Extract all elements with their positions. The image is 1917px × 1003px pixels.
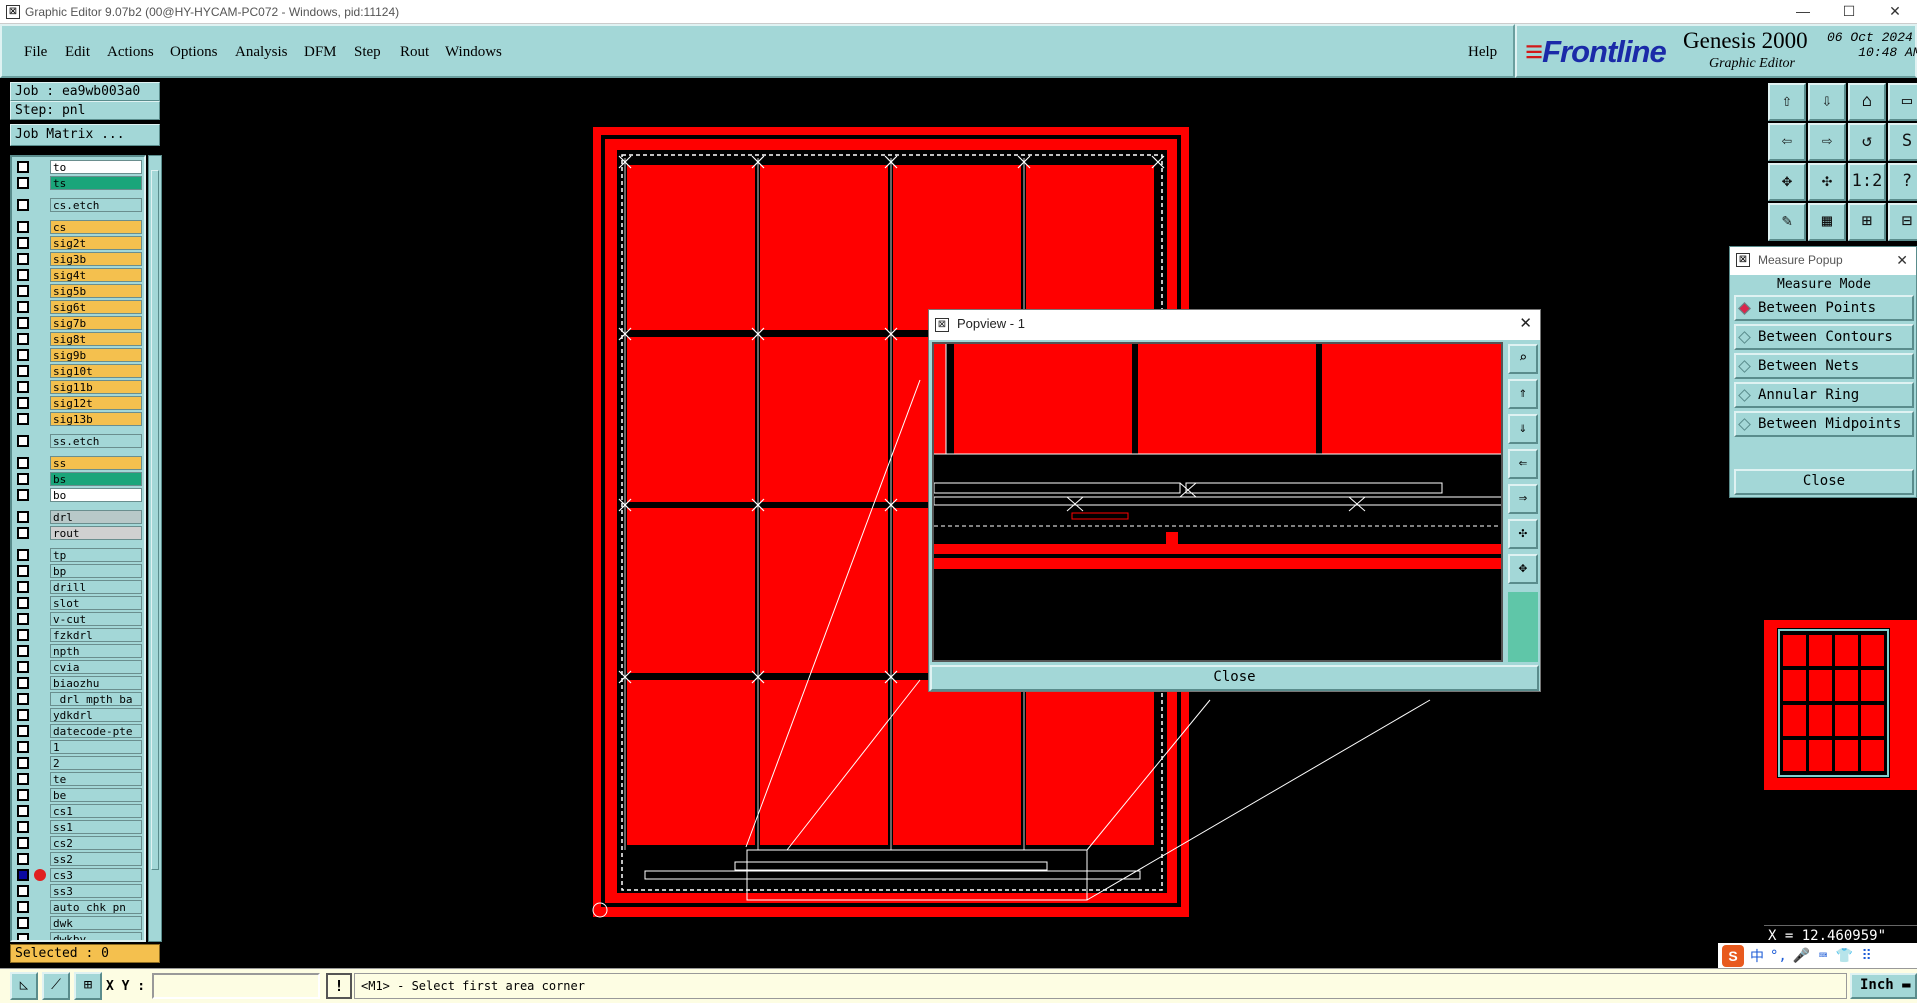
overview-unit bbox=[1783, 635, 1806, 666]
pcb-unit bbox=[627, 508, 755, 673]
units-selector[interactable]: Inch ▬ bbox=[1850, 973, 1917, 999]
overview-unit bbox=[1861, 740, 1884, 771]
tool-grid: ⇧ ⇩ ⌂ ▭ ⇦ ⇨ ↺ S ✥ ✣ 1:2? ✎ ▦ ⊞ ⊟ bbox=[1764, 83, 1917, 245]
pcb-unit bbox=[627, 165, 755, 330]
alert-button[interactable]: ! bbox=[326, 973, 352, 999]
pcb-unit bbox=[1026, 680, 1154, 845]
measure-option-label: Between Nets bbox=[1758, 358, 1860, 374]
xy-input[interactable] bbox=[152, 973, 320, 999]
zoom-fit-icon[interactable]: ✥ bbox=[1768, 163, 1806, 201]
overview-unit bbox=[1861, 635, 1884, 666]
status-bar: ◺ ⟋ ⊞ X Y : ! <M1> - Select first area c… bbox=[0, 968, 1917, 1003]
measure-option[interactable]: Between Contours bbox=[1734, 324, 1914, 350]
grid-snap-icon[interactable]: ⊞ bbox=[74, 972, 102, 1000]
measure-option-label: Between Points bbox=[1758, 300, 1877, 316]
pcb-unit bbox=[760, 680, 888, 845]
measure-option-label: Between Contours bbox=[1758, 329, 1893, 345]
window-icon[interactable]: ▭ bbox=[1888, 83, 1917, 121]
layer-up-icon[interactable]: ⇧ bbox=[1768, 83, 1806, 121]
overview-unit bbox=[1783, 740, 1806, 771]
prompt-message: <M1> - Select first area corner bbox=[354, 973, 1847, 999]
measure-mode-label: Measure Mode bbox=[1777, 277, 1871, 292]
netlist-icon[interactable]: ⊞ bbox=[1848, 203, 1886, 241]
measure-option[interactable]: Between Points bbox=[1734, 295, 1914, 321]
popview-toolbar-filler bbox=[1508, 592, 1538, 662]
overview-unit bbox=[1835, 635, 1858, 666]
radio-diamond-icon bbox=[1738, 418, 1751, 431]
overview-unit bbox=[1783, 705, 1806, 736]
popview-window: ⊠ Popview - 1 ✕ ⌕ ⇑ ⇓ ⇐ ⇒ ✣ ✥ Close bbox=[928, 309, 1541, 692]
pcb-unit bbox=[760, 165, 888, 330]
pcb-unit bbox=[1026, 165, 1154, 330]
overview-unit bbox=[1783, 670, 1806, 701]
scale-1-2-icon[interactable]: 1:2 bbox=[1848, 163, 1886, 201]
popview-titlebar: ⊠ Popview - 1 ✕ bbox=[929, 310, 1540, 340]
measure-option[interactable]: Annular Ring bbox=[1734, 382, 1914, 408]
radio-diamond-icon bbox=[1738, 389, 1751, 402]
popview-title: Popview - 1 bbox=[957, 316, 1025, 331]
coordinate-readout: X = 12.460959" bbox=[1764, 925, 1917, 945]
window-icon: ⊠ bbox=[1736, 253, 1750, 267]
help-icon[interactable]: ? bbox=[1888, 163, 1917, 201]
overview-unit bbox=[1835, 705, 1858, 736]
snap-icon[interactable]: S bbox=[1888, 123, 1917, 161]
pcb-unit bbox=[627, 680, 755, 845]
grid-icon[interactable]: ▦ bbox=[1808, 203, 1846, 241]
pcb-unit bbox=[893, 680, 1021, 845]
layer-down-icon[interactable]: ⇩ bbox=[1808, 83, 1846, 121]
measure-popup-titlebar: ⊠ Measure Popup ✕ bbox=[1730, 247, 1916, 275]
overview-unit bbox=[1835, 670, 1858, 701]
select-icon[interactable]: ◺ bbox=[10, 972, 38, 1000]
chevron-down-icon: ▬ bbox=[1902, 977, 1911, 993]
overview-unit bbox=[1861, 670, 1884, 701]
radio-diamond-icon bbox=[1738, 302, 1751, 315]
zoom-fit-icon[interactable]: ✣ bbox=[1508, 519, 1538, 549]
ime-punctuation[interactable]: °, bbox=[1770, 948, 1787, 964]
close-icon[interactable]: ✕ bbox=[1519, 310, 1532, 338]
popview-close-button[interactable]: Close bbox=[930, 665, 1539, 691]
radio-diamond-icon bbox=[1738, 331, 1751, 344]
measure-icon[interactable]: ⟋ bbox=[42, 972, 70, 1000]
measure-option-label: Between Midpoints bbox=[1758, 416, 1902, 432]
pcb-unit bbox=[627, 337, 755, 502]
overview-unit bbox=[1809, 670, 1832, 701]
zoom-window-icon[interactable]: ⌕ bbox=[1508, 344, 1538, 374]
measure-option-label: Annular Ring bbox=[1758, 387, 1860, 403]
wrench-icon[interactable]: ✎ bbox=[1768, 203, 1806, 241]
pcb-unit bbox=[893, 165, 1021, 330]
radio-diamond-icon bbox=[1738, 360, 1751, 373]
overview-unit bbox=[1835, 740, 1858, 771]
measure-option[interactable]: Between Midpoints bbox=[1734, 411, 1914, 437]
pcb-unit bbox=[760, 337, 888, 502]
move-right-icon[interactable]: ⇨ bbox=[1808, 123, 1846, 161]
move-left-icon[interactable]: ⇦ bbox=[1768, 123, 1806, 161]
pcb-unit bbox=[760, 508, 888, 673]
ime-tools-icon[interactable]: 🎤 ⌨ 👕 ⠿ bbox=[1793, 948, 1872, 964]
overview-unit bbox=[1809, 635, 1832, 666]
measure-popup-title: Measure Popup bbox=[1758, 253, 1843, 267]
xy-label: X Y : bbox=[106, 979, 146, 994]
ime-language[interactable]: 中 bbox=[1750, 946, 1764, 966]
measure-popup: ⊠ Measure Popup ✕ Measure Mode Between P… bbox=[1729, 246, 1917, 498]
overview-unit bbox=[1809, 740, 1832, 771]
route-icon[interactable]: ⊟ bbox=[1888, 203, 1917, 241]
pan-left-icon[interactable]: ⇐ bbox=[1508, 449, 1538, 479]
zoom-home-icon[interactable]: ✥ bbox=[1508, 554, 1538, 584]
measure-option[interactable]: Between Nets bbox=[1734, 353, 1914, 379]
close-icon[interactable]: ✕ bbox=[1896, 247, 1908, 273]
overview-unit bbox=[1809, 705, 1832, 736]
measure-close-button[interactable]: Close bbox=[1734, 469, 1914, 495]
pan-right-icon[interactable]: ⇒ bbox=[1508, 484, 1538, 514]
overview-thumbnail[interactable] bbox=[1764, 620, 1917, 790]
home-icon[interactable]: ⌂ bbox=[1848, 83, 1886, 121]
pan-down-icon[interactable]: ⇓ bbox=[1508, 414, 1538, 444]
pan-up-icon[interactable]: ⇑ bbox=[1508, 379, 1538, 409]
zoom-window-icon[interactable]: ✣ bbox=[1808, 163, 1846, 201]
popview-canvas[interactable] bbox=[932, 342, 1503, 662]
undo-icon[interactable]: ↺ bbox=[1848, 123, 1886, 161]
ime-toolbar: S 中 °, 🎤 ⌨ 👕 ⠿ bbox=[1718, 943, 1917, 968]
ime-logo-icon[interactable]: S bbox=[1722, 944, 1744, 967]
window-icon: ⊠ bbox=[935, 318, 949, 332]
overview-unit bbox=[1861, 705, 1884, 736]
